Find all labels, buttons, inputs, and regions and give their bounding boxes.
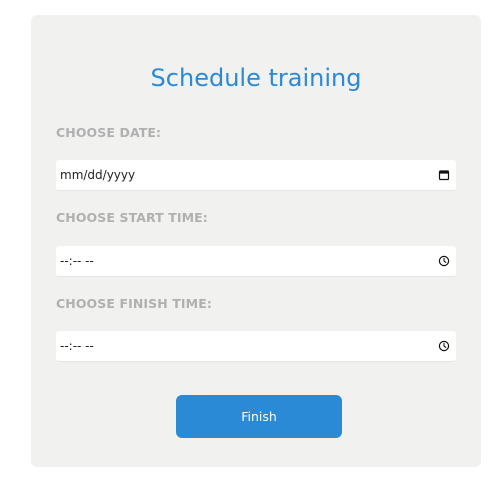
page-title: Schedule training bbox=[150, 64, 362, 92]
start-time-input-placeholder: --:-- -- bbox=[60, 254, 94, 268]
finish-time-input[interactable]: --:-- -- bbox=[56, 331, 456, 362]
date-input-placeholder: mm/dd/yyyy bbox=[60, 168, 136, 182]
date-label: CHOOSE DATE: bbox=[56, 125, 162, 140]
clock-icon[interactable] bbox=[438, 255, 450, 267]
start-time-label: CHOOSE START TIME: bbox=[56, 210, 208, 225]
date-input[interactable]: mm/dd/yyyy bbox=[56, 160, 456, 191]
schedule-training-card: Schedule training CHOOSE DATE: mm/dd/yyy… bbox=[31, 15, 481, 467]
clock-icon[interactable] bbox=[438, 340, 450, 352]
finish-time-input-placeholder: --:-- -- bbox=[60, 339, 94, 353]
calendar-icon[interactable] bbox=[438, 169, 450, 181]
finish-button[interactable]: Finish bbox=[176, 395, 342, 438]
start-time-input[interactable]: --:-- -- bbox=[56, 246, 456, 277]
finish-time-label: CHOOSE FINISH TIME: bbox=[56, 296, 212, 311]
